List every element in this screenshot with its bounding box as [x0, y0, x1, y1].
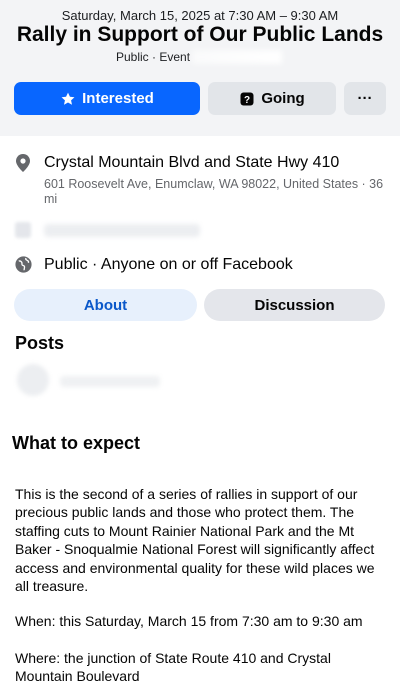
redacted-detail-text	[44, 224, 200, 237]
tab-discussion-label: Discussion	[254, 296, 335, 314]
description-where: Where: the junction of State Route 410 a…	[15, 650, 331, 685]
redacted-avatar	[17, 364, 49, 396]
going-label: Going	[261, 90, 305, 107]
more-icon: ···	[357, 90, 373, 107]
location-address: 601 Roosevelt Ave, Enumclaw, WA 98022, U…	[44, 177, 384, 206]
tab-discussion[interactable]: Discussion	[204, 289, 385, 321]
redacted-post-text	[60, 376, 160, 387]
what-to-expect-heading: What to expect	[12, 433, 141, 453]
interested-label: Interested	[82, 90, 154, 107]
interested-button[interactable]: Interested	[14, 82, 200, 115]
tab-about[interactable]: About	[14, 289, 197, 321]
event-subtitle: Public · Event	[116, 50, 191, 64]
svg-text:?: ?	[244, 95, 250, 106]
going-button[interactable]: ? Going	[208, 82, 336, 115]
event-date-time: Saturday, March 15, 2025 at 7:30 AM – 9:…	[61, 8, 339, 23]
question-badge-icon: ?	[240, 92, 254, 106]
map-pin-icon	[16, 154, 30, 172]
event-title: Rally in Support of Our Public Lands	[16, 23, 384, 46]
event-header: Saturday, March 15, 2025 at 7:30 AM – 9:…	[0, 0, 400, 136]
globe-icon	[15, 256, 32, 273]
description-paragraph: This is the second of a series of rallie…	[15, 486, 375, 595]
redacted-host-text	[192, 50, 282, 64]
star-icon	[61, 92, 75, 105]
redacted-icon	[15, 222, 31, 238]
privacy-text: Public · Anyone on or off Facebook	[44, 256, 293, 273]
posts-heading: Posts	[15, 333, 65, 353]
location-name[interactable]: Crystal Mountain Blvd and State Hwy 410	[44, 154, 339, 172]
tab-about-label: About	[83, 296, 128, 314]
more-options-button[interactable]: ···	[344, 82, 386, 115]
description-when: When: this Saturday, March 15 from 7:30 …	[15, 613, 363, 629]
